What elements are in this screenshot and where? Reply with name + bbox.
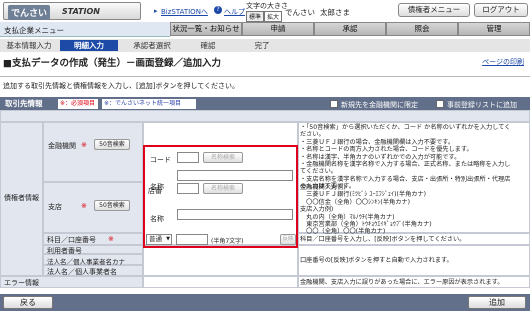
note-line: てください。: [300, 168, 337, 176]
instruction-text: 追加する取引先情報と債権情報を入力し、[追加]ボタンを押してください。: [3, 82, 240, 90]
highlight-frame: [143, 145, 298, 248]
note-line: 三菱ＵＦＪ銀行(ﾐﾂﾋﾞｼ ﾕｰｴﾌｼﾞｪｲ)(半角カナ): [300, 191, 427, 199]
bank-row: 金融機関 ※ 50音検索: [43, 122, 143, 182]
font-standard-button[interactable]: 標準: [246, 11, 265, 22]
required-mark: ※: [81, 202, 87, 210]
legend-net: ※：でんさいネット統一項目: [102, 99, 196, 109]
step-approver: 承認者選択: [133, 41, 171, 50]
required-mark: ※: [81, 141, 87, 149]
corp-value-cell: [143, 245, 298, 276]
menu-approve[interactable]: 承認: [314, 22, 386, 36]
note-line: ・金融機関名称を漢字名称で入力する場合、正式名称、または略称を入力し: [300, 161, 511, 169]
corp-instruction: 口座番号の[反映]ボタンを押すと自動で入力されます。: [300, 257, 453, 264]
branch-row: 支店 ※ 50音検索: [43, 182, 143, 233]
account-instruction: 科目／口座番号を入力し、[反映]ボタンを押してください。: [300, 236, 466, 243]
note-line: ださい。: [300, 131, 325, 139]
logo-main: でんさい: [8, 5, 51, 20]
corp-kana-row: 法人名／個人事業者名カナ: [43, 254, 143, 266]
legend-required: ※：必須項目: [58, 99, 98, 109]
creditor-group-label: 債権者情報: [4, 194, 39, 202]
logout-button[interactable]: ログアウト: [474, 3, 528, 17]
arrow-icon: ▸: [154, 7, 158, 15]
new-bank-checkbox[interactable]: [330, 100, 338, 108]
add-button[interactable]: 追加: [468, 296, 526, 309]
note-line: ・名称とコードの両方入力された場合、コードを優先します。: [300, 146, 473, 154]
section-title: 取引先情報: [5, 99, 43, 108]
note-line: 丸の内（全角）ﾏﾙﾉｳﾁ(半角カナ): [300, 213, 395, 221]
account-label: 科目／口座番号: [47, 236, 96, 244]
menu-manage[interactable]: 管理: [458, 22, 530, 36]
back-button[interactable]: 戻る: [3, 296, 53, 309]
form-top-row: [0, 110, 530, 122]
error-instruction: 金融機関、支店入力に誤りがあった場合に、エラー原因が表示されます。: [300, 279, 504, 286]
bank-kana-search-button[interactable]: 50音検索: [94, 139, 130, 150]
system-name: 支払企業メニュー: [0, 22, 170, 37]
step-complete: 完了: [254, 41, 270, 50]
menu-status[interactable]: 状況一覧・お知らせ: [170, 22, 242, 36]
branch-kana-search-button[interactable]: 50音検索: [94, 200, 130, 211]
required-mark: ※: [108, 235, 114, 243]
register-list-label: 事前登録リストに追加: [447, 101, 517, 109]
branch-label: 支店: [48, 203, 62, 211]
corp-name-row: 法人名／個人事業者名: [43, 265, 143, 276]
page-title: ■支払データの作成（発生）－画面登録／追加入力: [3, 58, 221, 69]
error-row: エラー情報: [0, 276, 143, 288]
bank-label: 金融機関: [48, 142, 76, 150]
print-link[interactable]: ページの印刷: [482, 57, 524, 67]
menu-apply[interactable]: 申請: [242, 22, 314, 36]
footer-bar: [0, 294, 530, 311]
creditor-group-cell: 債権者情報: [0, 122, 43, 276]
logo-sub: STATION: [62, 7, 100, 16]
step-detail-input: 明細入力: [60, 40, 118, 51]
bank-notes: ・「50音検索」から選択いただくか、コード か名称のいずれかを入力してく ださい…: [300, 124, 510, 191]
new-bank-label: 新規先を金融機関に限定: [341, 101, 418, 109]
note-line: 〇〇（全角）〇〇(半角カナ): [300, 228, 386, 236]
step-confirm: 確認: [200, 41, 216, 50]
user-name: 太郎さま: [320, 8, 350, 17]
user-no-row: 利用者番号: [43, 245, 143, 255]
creditor-menu-button[interactable]: 債権者メニュー: [398, 3, 470, 17]
user-company: でんさい: [285, 8, 315, 17]
app-logo[interactable]: でんさい STATION: [3, 2, 141, 20]
note-line: 支店入力例): [300, 206, 334, 214]
font-large-button[interactable]: 拡大: [264, 11, 283, 22]
account-row: 科目／口座番号 ※: [43, 233, 143, 245]
bizstation-link[interactable]: BizSTATIONへ: [161, 7, 208, 17]
help-link[interactable]: ヘルプ: [224, 7, 245, 17]
note-line: ・「50音検索」から選択いただくか、コード か名称のいずれかを入力してく: [300, 124, 511, 131]
note-line: ・名称は漢字、半角カナのいずれかでの入力が可能です。: [300, 153, 461, 161]
divider: [0, 76, 530, 77]
register-list-checkbox[interactable]: [436, 100, 444, 108]
step-basic-info: 基本情報入力: [6, 41, 52, 50]
error-label: エラー情報: [4, 279, 39, 287]
menu-inquiry[interactable]: 照会: [386, 22, 458, 36]
help-icon: ?: [214, 6, 222, 14]
error-value-cell: [143, 276, 298, 288]
example-notes: 金融機関入力例) 三菱ＵＦＪ銀行(ﾐﾂﾋﾞｼ ﾕｰｴﾌｼﾞｪｲ)(半角カナ) 〇…: [300, 184, 432, 236]
font-size-label: 文字の大きさ: [246, 2, 288, 10]
